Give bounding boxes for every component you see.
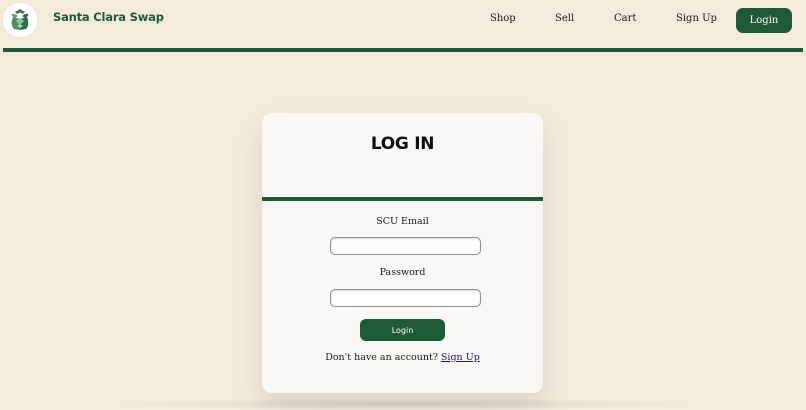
site-header: Santa Clara Swap Shop Sell Cart Sign Up … <box>0 0 806 48</box>
nav-sell[interactable]: Sell <box>555 13 574 24</box>
login-card: LOG IN SCU Email Password Login Don't ha… <box>262 113 543 393</box>
header-divider <box>3 48 803 52</box>
signup-prompt-text: Don't have an account? <box>325 352 438 363</box>
nav-shop[interactable]: Shop <box>490 13 516 24</box>
brand-name[interactable]: Santa Clara Swap <box>53 10 164 24</box>
nav-signup[interactable]: Sign Up <box>676 13 717 24</box>
nav-login-button[interactable]: Login <box>736 8 792 33</box>
nav-cart[interactable]: Cart <box>614 13 636 24</box>
site-logo[interactable] <box>3 3 37 37</box>
login-submit-button[interactable]: Login <box>360 319 445 341</box>
password-field[interactable] <box>330 289 481 307</box>
page-bottom-shadow <box>110 398 700 410</box>
email-label: SCU Email <box>376 216 429 227</box>
recycle-logo-icon <box>11 9 29 30</box>
password-label: Password <box>379 267 426 278</box>
signup-link[interactable]: Sign Up <box>441 352 480 363</box>
login-card-divider <box>262 197 543 201</box>
signup-prompt: Don't have an account? Sign Up <box>262 352 543 363</box>
email-field[interactable] <box>330 237 481 255</box>
login-title: LOG IN <box>370 134 435 154</box>
